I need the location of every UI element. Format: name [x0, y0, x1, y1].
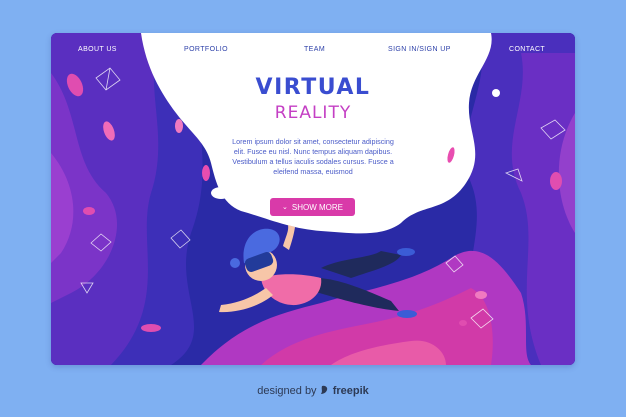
show-more-button[interactable]: ⌄ SHOW MORE: [270, 198, 355, 216]
chevron-down-icon: ⌄: [282, 203, 288, 211]
freepik-logo-icon: [320, 385, 333, 397]
landing-page-card: ABOUT US PORTFOLIO TEAM SIGN IN/SIGN UP …: [51, 33, 575, 365]
nav-link-about-us[interactable]: ABOUT US: [78, 46, 117, 53]
show-more-label: SHOW MORE: [291, 202, 343, 212]
attribution-footer: designed by freepik: [0, 385, 626, 397]
hero-title-line2: REALITY: [274, 103, 352, 123]
top-navigation: ABOUT US PORTFOLIO TEAM SIGN IN/SIGN UP …: [51, 46, 575, 58]
nav-link-team[interactable]: TEAM: [304, 46, 325, 53]
hero-description: Lorem ipsum dolor sit amet, consectetur …: [232, 137, 394, 176]
nav-link-sign-in-sign-up[interactable]: SIGN IN/SIGN UP: [388, 46, 451, 53]
credit-prefix: designed by: [257, 385, 317, 397]
freepik-brand-link[interactable]: freepik: [333, 385, 369, 397]
nav-link-portfolio[interactable]: PORTFOLIO: [184, 46, 228, 53]
nav-link-contact[interactable]: CONTACT: [509, 46, 545, 53]
hero-title-line1: VIRTUAL: [255, 75, 371, 100]
